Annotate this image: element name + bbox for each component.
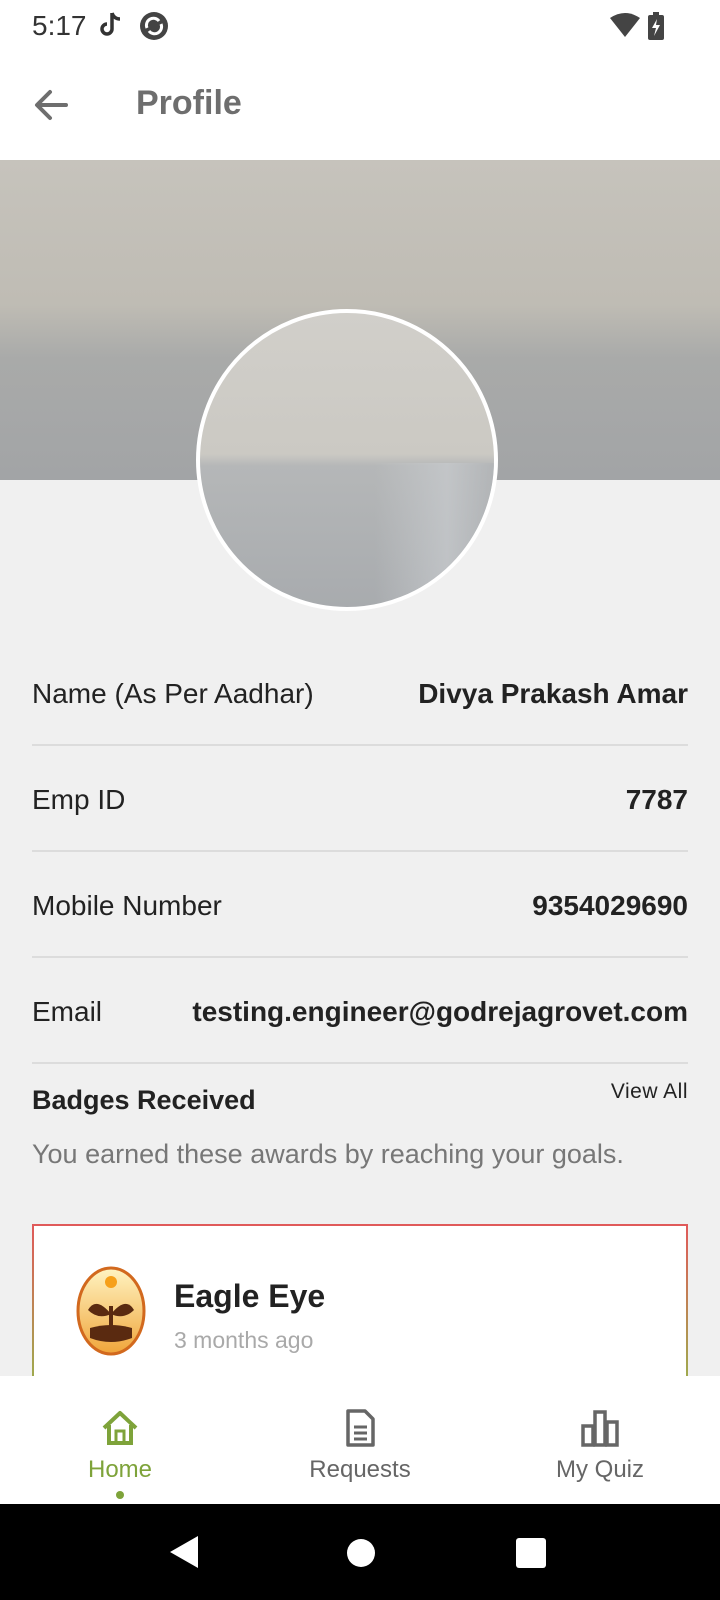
status-time: 5:17 [32,10,87,41]
home-icon [102,1411,138,1445]
email-value: testing.engineer@godrejagrovet.com [192,996,688,1027]
active-indicator-dot [116,1491,124,1499]
email-label: Email [32,996,103,1027]
profile-row-name: Name (As Per Aadhar) Divya Prakash Amar [32,640,688,746]
mobile-label: Mobile Number [32,890,222,921]
badge-name: Eagle Eye [174,1278,326,1314]
view-all-link[interactable]: View All [611,1080,688,1104]
page-title: Profile [136,84,242,122]
nav-requests[interactable]: Requests [240,1376,480,1504]
emp-id-label: Emp ID [32,784,126,815]
sync-notification-icon [138,10,170,47]
profile-avatar[interactable] [196,309,498,611]
system-home-icon[interactable] [346,1538,376,1568]
bottom-navigation: Home Requests My Quiz [0,1376,720,1504]
wifi-icon [610,12,640,43]
nav-requests-label: Requests [309,1456,411,1483]
nav-home-label: Home [87,1456,153,1483]
system-navigation-bar [0,1504,720,1600]
nav-my-quiz[interactable]: My Quiz [480,1376,720,1504]
nav-my-quiz-label: My Quiz [555,1456,644,1483]
tiktok-notification-icon [96,10,126,45]
battery-charging-icon [648,12,664,45]
document-icon [346,1409,375,1447]
badge-time: 3 months ago [174,1327,314,1353]
eagle-eye-badge-icon [76,1266,146,1356]
nav-home[interactable]: Home [0,1376,240,1504]
status-bar: 5:17 [0,0,720,52]
system-recents-icon[interactable] [516,1538,546,1568]
badges-title: Badges Received [32,1085,256,1115]
back-arrow-icon[interactable] [28,80,78,130]
app-bar: Profile [0,52,720,160]
mobile-value: 9354029690 [532,890,688,921]
bar-chart-icon [581,1410,619,1447]
profile-row-mobile: Mobile Number 9354029690 [32,852,688,958]
emp-id-value: 7787 [625,784,688,815]
profile-row-emp-id: Emp ID 7787 [32,746,688,852]
system-back-icon[interactable] [168,1534,200,1570]
name-value: Divya Prakash Amar [418,678,688,709]
name-label: Name (As Per Aadhar) [32,678,314,709]
profile-row-email: Email testing.engineer@godrejagrovet.com [32,958,688,1064]
badges-subtitle: You earned these awards by reaching your… [32,1139,624,1169]
